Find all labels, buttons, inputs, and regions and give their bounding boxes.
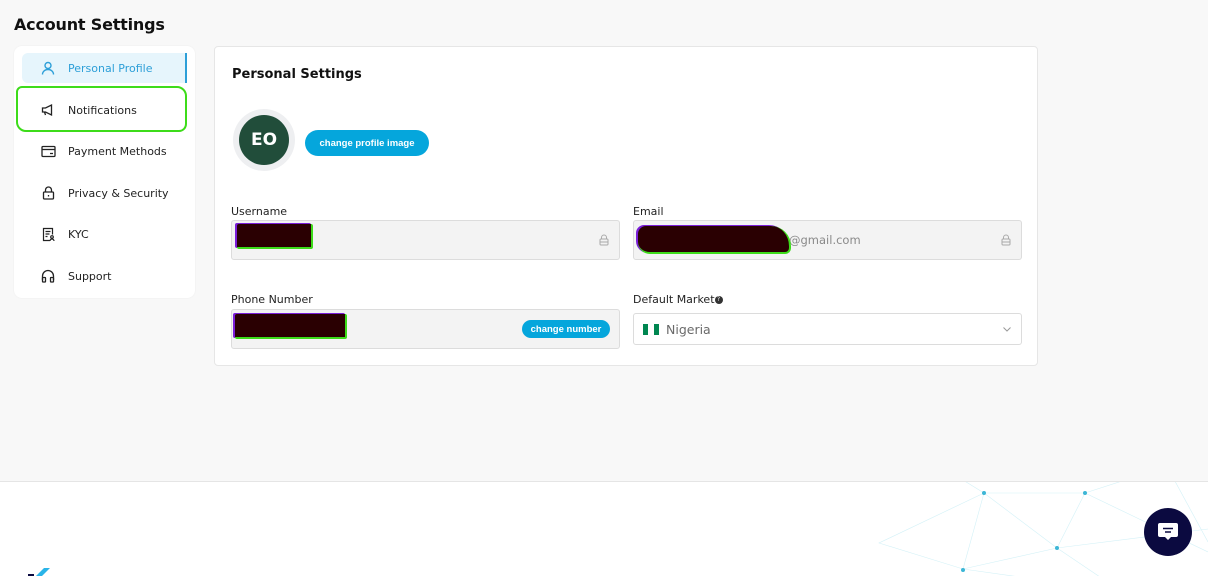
change-profile-image-button[interactable]: change profile image <box>305 130 429 156</box>
sidebar-item-notifications[interactable]: Notifications <box>22 95 187 125</box>
avatar: EO <box>233 109 295 171</box>
email-label: Email <box>633 205 664 218</box>
sidebar-item-label: Personal Profile <box>68 61 153 75</box>
network-background-pattern <box>878 482 1208 576</box>
footer <box>0 481 1208 576</box>
megaphone-icon <box>40 102 56 118</box>
chevron-down-icon <box>1003 327 1011 332</box>
selected-market: Nigeria <box>666 321 711 337</box>
chat-button[interactable] <box>1144 508 1192 556</box>
help-icon[interactable]: ? <box>714 296 723 304</box>
lock-icon <box>1001 234 1011 246</box>
phone-label: Phone Number <box>231 293 313 306</box>
sidebar-item-privacy-security[interactable]: Privacy & Security <box>22 178 187 208</box>
redacted-value <box>638 226 791 254</box>
document-user-icon <box>40 226 56 242</box>
sidebar-item-label: Notifications <box>68 103 137 117</box>
username-field[interactable] <box>231 220 620 260</box>
user-icon <box>40 60 56 76</box>
chat-icon <box>1158 523 1178 540</box>
email-domain: @gmail.com <box>789 233 861 247</box>
section-title: Personal Settings <box>232 67 362 82</box>
email-field[interactable]: @gmail.com <box>633 220 1022 260</box>
default-market-select[interactable]: Nigeria <box>633 313 1022 345</box>
personal-settings-card: Personal Settings EO change profile imag… <box>214 46 1038 366</box>
sidebar-item-label: Payment Methods <box>68 144 167 158</box>
nigeria-flag-icon <box>643 323 659 335</box>
headphones-icon <box>40 268 56 284</box>
sidebar-item-support[interactable]: Support <box>22 261 187 291</box>
brand-logo <box>28 568 50 576</box>
page-title: Account Settings <box>14 15 165 34</box>
card-icon <box>40 143 56 159</box>
change-number-button[interactable]: change number <box>522 320 610 338</box>
default-market-label-text: Default Market <box>633 293 715 306</box>
settings-sidebar: Personal Profile Notifications Payment M… <box>14 46 195 298</box>
avatar-initials: EO <box>239 115 289 165</box>
lock-icon <box>40 185 56 201</box>
lock-icon <box>599 234 609 246</box>
redacted-value <box>237 224 313 249</box>
sidebar-item-label: Privacy & Security <box>68 186 169 200</box>
sidebar-item-personal-profile[interactable]: Personal Profile <box>22 53 187 83</box>
phone-field[interactable]: change number <box>231 309 620 349</box>
sidebar-item-kyc[interactable]: KYC <box>22 219 187 249</box>
sidebar-item-label: Support <box>68 269 112 283</box>
username-label: Username <box>231 205 288 218</box>
redacted-value <box>235 314 347 339</box>
sidebar-item-payment-methods[interactable]: Payment Methods <box>22 136 187 166</box>
sidebar-item-label: KYC <box>68 227 89 241</box>
default-market-label: Default Market? <box>633 293 723 306</box>
